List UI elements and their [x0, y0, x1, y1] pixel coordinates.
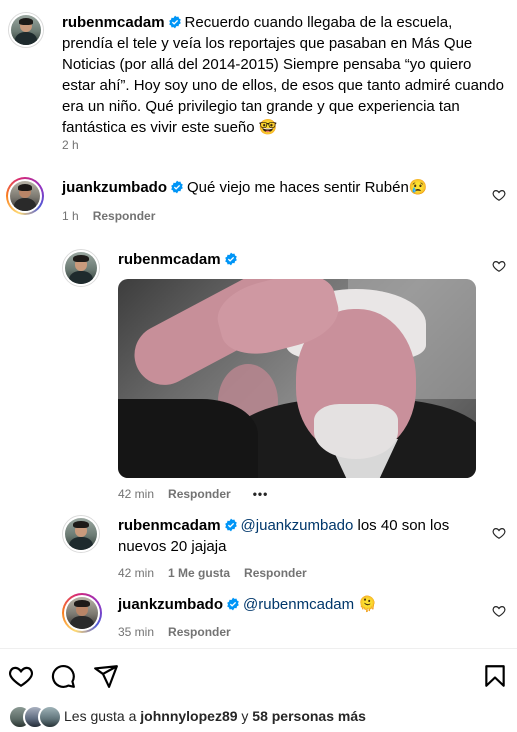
- comment-text: juankzumbado @rubenmcadam 🫠: [118, 594, 468, 615]
- avatar: [38, 705, 62, 729]
- like-comment-icon[interactable]: [492, 526, 506, 540]
- verified-icon: [168, 15, 181, 29]
- likes-others-link[interactable]: 58 personas más: [252, 708, 366, 724]
- reply-gif[interactable]: [118, 279, 476, 478]
- comment-body: 🫠: [354, 596, 377, 613]
- comment-icon[interactable]: [50, 663, 76, 689]
- comment-time: 1 h: [62, 209, 79, 223]
- like-comment-icon[interactable]: [492, 259, 506, 273]
- comment-meta: 1 h Responder: [62, 208, 155, 224]
- likes-summary: Les gusta a johnnylopez89 y 58 personas …: [64, 707, 366, 725]
- reply-button[interactable]: Responder: [93, 209, 156, 223]
- likes-middle: y: [237, 708, 253, 724]
- mention-link[interactable]: @juankzumbado: [241, 517, 354, 534]
- reply-button[interactable]: Responder: [168, 487, 231, 501]
- comment-time: 35 min: [118, 625, 155, 639]
- verified-icon: [171, 180, 183, 194]
- comment-meta: 35 min Responder: [118, 624, 231, 640]
- comment-meta: 42 min 1 Me gusta Responder: [118, 565, 307, 581]
- comment-text: juankzumbado Qué viejo me haces sentir Ru…: [62, 177, 482, 198]
- like-comment-icon[interactable]: [492, 188, 506, 202]
- reply-button[interactable]: Responder: [168, 625, 231, 639]
- reply-header: rubenmcadam: [118, 249, 241, 270]
- comment-body: Recuerdo cuando llegaba de la escuela, p…: [62, 14, 504, 136]
- verified-icon: [224, 518, 237, 532]
- liker-username[interactable]: johnnylopez89: [140, 708, 237, 724]
- comment-text: rubenmcadam Recuerdo cuando llegaba de la…: [62, 12, 506, 138]
- liker-avatars[interactable]: [8, 705, 64, 729]
- heart-icon[interactable]: [8, 663, 34, 689]
- comment-username[interactable]: rubenmcadam: [118, 251, 221, 268]
- comment-username[interactable]: rubenmcadam: [62, 14, 165, 31]
- comment-time: 42 min: [118, 487, 155, 501]
- comment-username[interactable]: juankzumbado: [118, 596, 223, 613]
- comment-time: 2 h: [62, 138, 79, 152]
- bookmark-icon[interactable]: [482, 663, 508, 689]
- avatar[interactable]: [62, 249, 100, 287]
- likes-count-button[interactable]: 1 Me gusta: [168, 566, 230, 580]
- comment-meta: 2 h: [62, 137, 79, 153]
- avatar[interactable]: [62, 515, 100, 553]
- avatar[interactable]: [8, 12, 44, 48]
- likes-prefix: Les gusta a: [64, 708, 141, 724]
- comment-username[interactable]: juankzumbado: [62, 179, 167, 196]
- comment-username[interactable]: rubenmcadam: [118, 517, 221, 534]
- comment-text: rubenmcadam @juankzumbado los 40 son los …: [118, 515, 468, 557]
- reply-button[interactable]: Responder: [244, 566, 307, 580]
- verified-icon: [224, 252, 237, 266]
- verified-icon: [227, 597, 239, 611]
- divider: [0, 648, 517, 649]
- mention-link[interactable]: @rubenmcadam: [243, 596, 354, 613]
- avatar[interactable]: [6, 177, 44, 215]
- send-icon[interactable]: [93, 663, 119, 689]
- more-options-button[interactable]: •••: [253, 487, 269, 501]
- comment-time: 42 min: [118, 566, 155, 580]
- avatar[interactable]: [62, 593, 102, 633]
- comment-body: Qué viejo me haces sentir Rubén😢: [187, 179, 428, 196]
- like-comment-icon[interactable]: [492, 604, 506, 618]
- comment-meta: 42 min Responder •••: [118, 486, 268, 502]
